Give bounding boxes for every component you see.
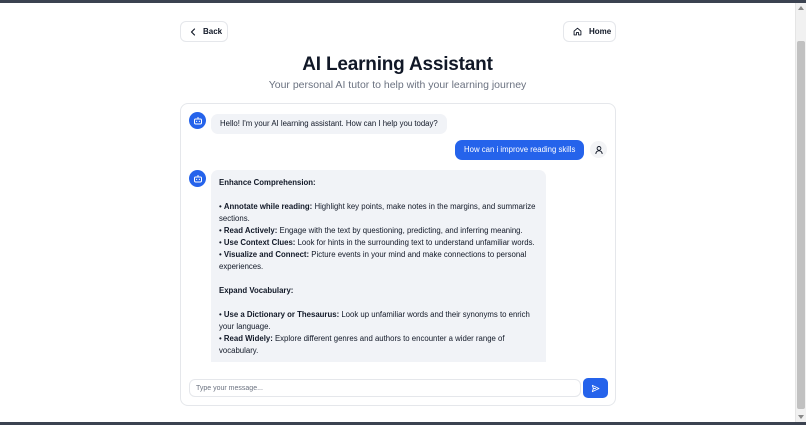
response-heading: Enhance Comprehension: [219, 178, 316, 187]
scroll-up-icon[interactable] [798, 6, 804, 10]
user-message: How can i improve reading skills [455, 140, 585, 160]
bot-icon [193, 174, 203, 184]
bot-icon [193, 116, 203, 126]
page-scrollbar[interactable] [795, 3, 806, 422]
list-item: • Annotate while reading: Highlight key … [219, 202, 536, 223]
list-item: • Visualize and Connect: Picture events … [219, 250, 527, 271]
back-button[interactable]: Back [180, 21, 228, 42]
send-button[interactable] [583, 378, 608, 398]
window-top-edge [0, 0, 806, 3]
assistant-message: Enhance Comprehension: • Annotate while … [211, 170, 546, 362]
home-icon [573, 27, 582, 36]
message-composer [189, 378, 608, 398]
send-icon [591, 384, 600, 393]
user-avatar [590, 141, 607, 158]
home-button[interactable]: Home [563, 21, 616, 42]
user-icon [594, 145, 604, 155]
chat-panel: Hello! I'm your AI learning assistant. H… [180, 103, 616, 406]
assistant-message: Hello! I'm your AI learning assistant. H… [211, 114, 447, 134]
page-subtitle: Your personal AI tutor to help with your… [268, 79, 527, 91]
response-heading: Expand Vocabulary: [219, 286, 294, 295]
bot-avatar [189, 170, 206, 187]
message-input[interactable] [189, 379, 581, 397]
message-list[interactable]: Hello! I'm your AI learning assistant. H… [181, 104, 615, 362]
list-item: • Use Context Clues: Look for hints in t… [219, 238, 535, 247]
list-item: • Read Actively: Engage with the text by… [219, 226, 523, 235]
scrollbar-thumb[interactable] [797, 41, 805, 409]
chevron-left-icon [190, 27, 196, 36]
bot-avatar [189, 112, 206, 129]
home-label: Home [589, 27, 612, 36]
list-item: • Use a Dictionary or Thesaurus: Look up… [219, 310, 530, 331]
scroll-down-icon[interactable] [798, 415, 804, 419]
page-title: AI Learning Assistant [302, 54, 493, 75]
back-label: Back [203, 27, 223, 36]
list-item: • Read Widely: Explore different genres … [219, 334, 505, 355]
